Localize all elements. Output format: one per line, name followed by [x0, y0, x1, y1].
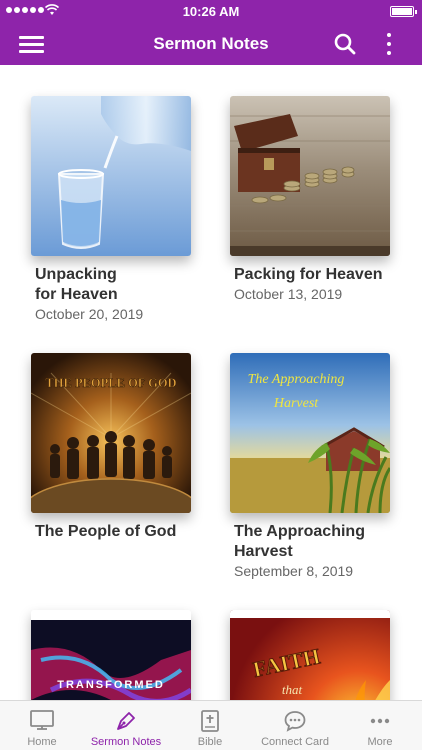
sermon-title: Packing for Heaven: [234, 266, 383, 283]
search-icon[interactable]: [333, 32, 357, 56]
water-pouring-image: [31, 96, 191, 256]
sermon-card[interactable]: FAITH that: [230, 610, 410, 700]
sermon-card[interactable]: Unpacking for Heaven October 20, 2019: [31, 96, 211, 323]
app-bar: Sermon Notes: [0, 22, 422, 65]
people-of-god-caption: THE PEOPLE OF GOD: [45, 376, 176, 390]
ellipsis-icon: [370, 718, 390, 724]
chat-bubble-icon: [284, 711, 306, 732]
transformed-image: TRANSFORMED: [31, 610, 191, 700]
sermon-card[interactable]: The Approaching Harvest The Approaching …: [230, 353, 410, 580]
sermon-card[interactable]: Packing for Heaven October 13, 2019: [230, 96, 410, 303]
tab-label: Home: [27, 736, 57, 748]
faith-caption-that: that: [282, 682, 303, 697]
people-of-god-image: THE PEOPLE OF GOD: [31, 353, 191, 513]
tab-sermon-notes[interactable]: Sermon Notes: [84, 701, 168, 750]
tab-bar: Home Sermon Notes Bible Connect Card Mor…: [0, 700, 422, 750]
tab-bible[interactable]: Bible: [168, 701, 252, 750]
sermon-date: September 8, 2019: [234, 563, 354, 579]
tab-more[interactable]: More: [338, 701, 422, 750]
more-options-icon[interactable]: [380, 31, 398, 57]
tab-label: Connect Card: [261, 736, 329, 748]
sermon-date: October 13, 2019: [234, 286, 343, 302]
faith-image: FAITH that: [230, 610, 390, 700]
sermon-title: Unpacking for Heaven: [35, 266, 118, 303]
sermon-title: The Approaching Harvest: [234, 523, 365, 560]
sermon-card[interactable]: TRANSFORMED: [31, 610, 211, 700]
tab-label: Bible: [197, 736, 223, 748]
tab-connect-card[interactable]: Connect Card: [252, 701, 338, 750]
approaching-harvest-image: The Approaching Harvest: [230, 353, 390, 513]
battery-icon: [390, 6, 417, 17]
tab-label: More: [367, 736, 393, 748]
tab-label: Sermon Notes: [90, 736, 162, 748]
tab-home[interactable]: Home: [0, 701, 84, 750]
page-title: Sermon Notes: [153, 34, 269, 53]
bible-icon: [201, 710, 219, 732]
monitor-icon: [30, 710, 54, 730]
status-time: 10:26 AM: [182, 4, 240, 19]
sermon-grid: Unpacking for Heaven October 20, 2019 Pa…: [0, 65, 422, 700]
transformed-caption: TRANSFORMED: [57, 679, 165, 691]
harvest-caption-line1: The Approaching: [248, 372, 345, 387]
pen-icon: [117, 712, 135, 730]
treasure-chest-image: [230, 96, 390, 256]
sermon-card[interactable]: THE PEOPLE OF GOD The People of God: [31, 353, 211, 542]
status-bar: 10:26 AM: [0, 0, 422, 22]
sermon-date: October 20, 2019: [35, 306, 144, 322]
sermon-title: The People of God: [35, 523, 177, 540]
harvest-caption-line2: Harvest: [273, 396, 319, 411]
